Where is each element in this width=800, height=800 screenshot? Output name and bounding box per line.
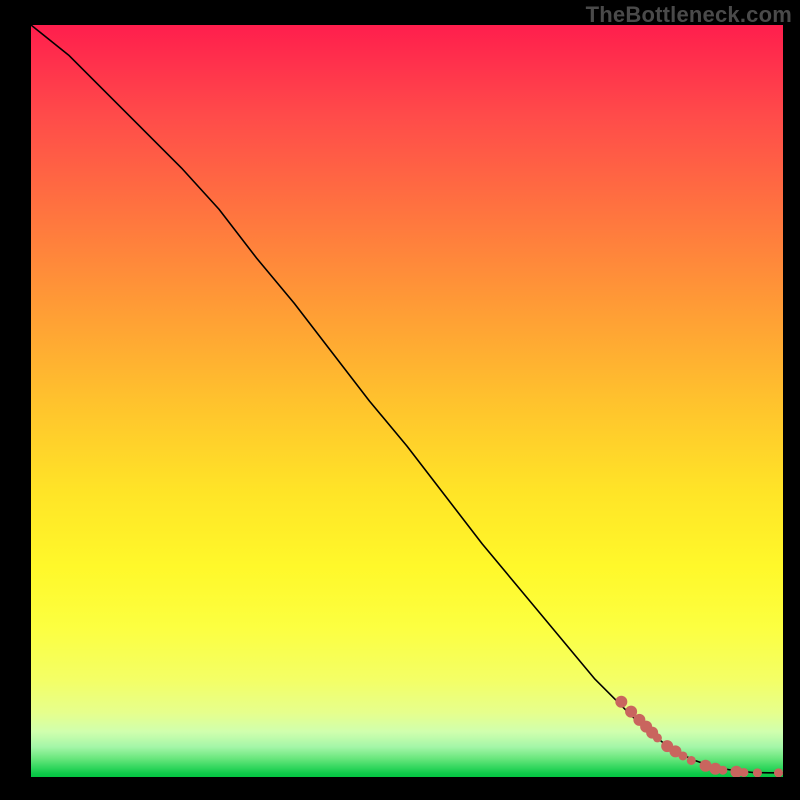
chart-frame: TheBottleneck.com	[0, 0, 800, 800]
data-point	[718, 766, 727, 775]
data-point	[615, 696, 627, 708]
plot-area	[31, 25, 783, 777]
chart-overlay	[31, 25, 783, 777]
data-point	[678, 751, 687, 760]
data-point	[653, 733, 662, 742]
data-point	[687, 756, 696, 765]
marker-layer	[615, 696, 783, 777]
data-point	[739, 768, 748, 777]
bottleneck-curve	[31, 25, 783, 773]
data-point	[753, 768, 762, 777]
watermark-label: TheBottleneck.com	[586, 2, 792, 28]
data-point	[774, 768, 783, 777]
